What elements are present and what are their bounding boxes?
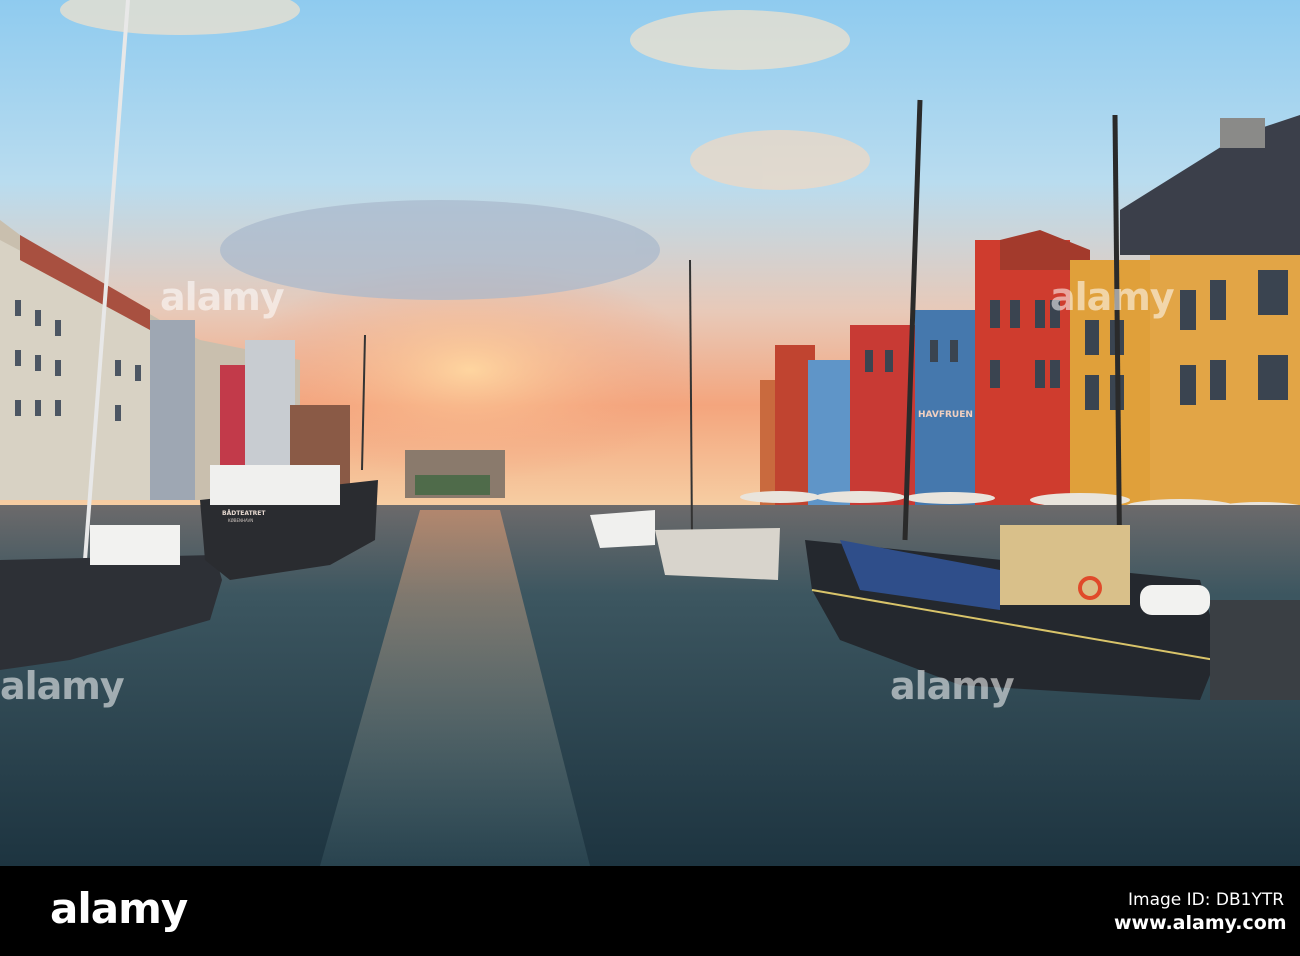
watermark: alamy <box>0 664 125 708</box>
nyhavn-canal-photo <box>0 0 1300 866</box>
watermark: alamy <box>160 275 285 319</box>
stock-photo: BÅDTEATRET KØBENHAVN HAVFRUEN alamy alam… <box>0 0 1300 956</box>
watermark: alamy <box>1050 275 1175 319</box>
site-url: www.alamy.com <box>1114 912 1287 934</box>
alamy-logo: alamy <box>50 884 188 933</box>
footer-bar <box>0 866 1300 956</box>
restaurant-sign: HAVFRUEN <box>918 410 973 420</box>
watermark: alamy <box>890 664 1015 708</box>
boat-name-label: BÅDTEATRET <box>222 510 266 517</box>
boat-city-label: KØBENHAVN <box>228 518 254 523</box>
image-id: Image ID: DB1YTR <box>1128 890 1285 910</box>
